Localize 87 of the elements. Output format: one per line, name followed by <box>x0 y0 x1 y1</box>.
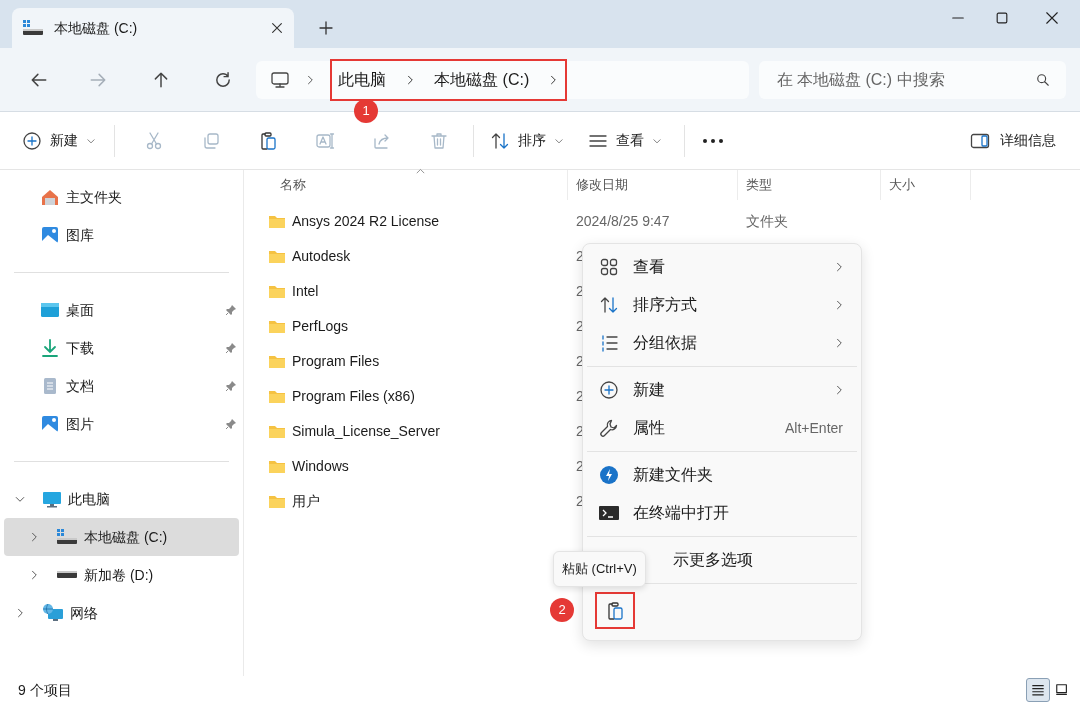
tile-icon <box>1055 683 1069 697</box>
folder-icon <box>268 249 286 264</box>
column-header[interactable]: 大小 <box>889 175 915 195</box>
grid-icon <box>599 257 619 277</box>
menu-item[interactable]: 新建 <box>583 371 861 409</box>
download-icon <box>40 338 60 358</box>
terminal-icon <box>599 504 619 522</box>
plus-circle-icon <box>599 380 619 400</box>
column-header[interactable]: 类型 <box>746 175 772 195</box>
tooltip: 粘贴 (Ctrl+V) <box>553 551 646 587</box>
details-button[interactable]: 详细信息 <box>960 120 1066 161</box>
date-cell: 2024/8/25 9:47 <box>576 213 670 229</box>
sidebar-item[interactable]: 图片 <box>0 405 243 443</box>
menu-item[interactable]: 属性 Alt+Enter <box>583 409 861 447</box>
sidebar-item[interactable]: 文档 <box>0 367 243 405</box>
type-cell: 文件夹 <box>746 213 788 229</box>
search-icon <box>1036 72 1050 87</box>
tree-item[interactable]: 网络 <box>4 594 239 632</box>
details-pane-icon <box>970 131 990 150</box>
file-name[interactable]: Windows <box>292 456 349 477</box>
image-icon <box>40 225 60 245</box>
sort-icon <box>599 295 619 315</box>
more-icon[interactable] <box>702 137 724 144</box>
breadcrumb[interactable]: 本地磁盘 (C:) <box>434 67 530 92</box>
network-icon <box>42 603 64 623</box>
column-header[interactable]: 名称 <box>280 175 306 195</box>
tree-item[interactable]: 新加卷 (D:) <box>4 556 239 594</box>
folder-icon <box>268 424 286 439</box>
column-header[interactable]: 修改日期 <box>576 175 628 195</box>
shortcut-label: Alt+Enter <box>785 418 844 438</box>
new-button[interactable]: 新建 <box>14 120 104 161</box>
folder-icon <box>268 389 286 404</box>
folder-icon <box>268 319 286 334</box>
paste-button[interactable] <box>595 592 635 629</box>
sidebar-item[interactable]: 图库 <box>0 216 243 254</box>
monitor-icon <box>270 69 291 90</box>
step-badge: 2 <box>550 598 574 622</box>
close-icon[interactable] <box>1045 11 1059 25</box>
menu-item[interactable]: 分组依据 <box>583 324 861 362</box>
file-name[interactable]: PerfLogs <box>292 316 349 337</box>
drive-icon <box>56 528 78 546</box>
file-name[interactable]: Ansys 2024 R2 License <box>292 211 440 232</box>
search-field[interactable]: 在 本地磁盘 (C:) 中搜索 <box>758 60 1066 99</box>
details-view-button[interactable] <box>1026 678 1050 702</box>
tree-item[interactable]: 本地磁盘 (C:) <box>4 518 239 556</box>
sidebar-item[interactable]: 主文件夹 <box>0 178 243 216</box>
wrench-icon <box>599 418 619 438</box>
folder-icon <box>268 214 286 229</box>
item-count: 9 个项目 <box>18 680 73 700</box>
breadcrumb[interactable]: 此电脑 <box>338 67 387 92</box>
monitor-icon <box>42 489 62 509</box>
file-name[interactable]: 用户 <box>292 491 320 512</box>
tab-title: 本地磁盘 (C:) <box>54 18 139 38</box>
step-badge: 1 <box>354 98 379 123</box>
close-icon[interactable] <box>270 21 284 35</box>
lightning-icon <box>599 465 619 485</box>
file-name[interactable]: Program Files <box>292 351 380 372</box>
paste-icon <box>605 600 625 621</box>
folder-icon <box>268 459 286 474</box>
menu-item[interactable]: 查看 <box>583 248 861 286</box>
file-name[interactable]: Program Files (x86) <box>292 386 415 407</box>
drive-icon <box>56 571 78 579</box>
desktop-icon <box>40 300 60 320</box>
file-name[interactable]: Simula_License_Server <box>292 421 440 442</box>
list-icon <box>1031 683 1045 697</box>
menu-item[interactable]: 新建文件夹 <box>583 456 861 494</box>
folder-icon <box>268 354 286 369</box>
folder-icon <box>268 284 286 299</box>
sidebar-item[interactable]: 下载 <box>0 329 243 367</box>
plus-circle-icon <box>22 130 42 151</box>
tree-item[interactable]: 此电脑 <box>4 480 239 518</box>
file-name[interactable]: Intel <box>292 281 319 302</box>
menu-item[interactable]: 在终端中打开 <box>583 494 861 532</box>
tab[interactable]: 本地磁盘 (C:) <box>12 8 294 48</box>
plus-icon[interactable] <box>318 20 334 36</box>
file-name[interactable]: Autodesk <box>292 246 351 267</box>
drive-icon <box>22 19 44 37</box>
image-icon <box>40 414 60 434</box>
sort-button[interactable]: 排序 <box>480 120 574 161</box>
folder-icon <box>268 494 286 509</box>
house-icon <box>40 187 60 207</box>
sidebar-item[interactable]: 桌面 <box>0 291 243 329</box>
refresh-icon[interactable] <box>213 70 232 89</box>
list-icon <box>599 333 619 353</box>
maximize-icon[interactable] <box>995 11 1009 25</box>
menu-item[interactable]: 排序方式 <box>583 286 861 324</box>
view-button[interactable]: 查看 <box>574 120 676 161</box>
